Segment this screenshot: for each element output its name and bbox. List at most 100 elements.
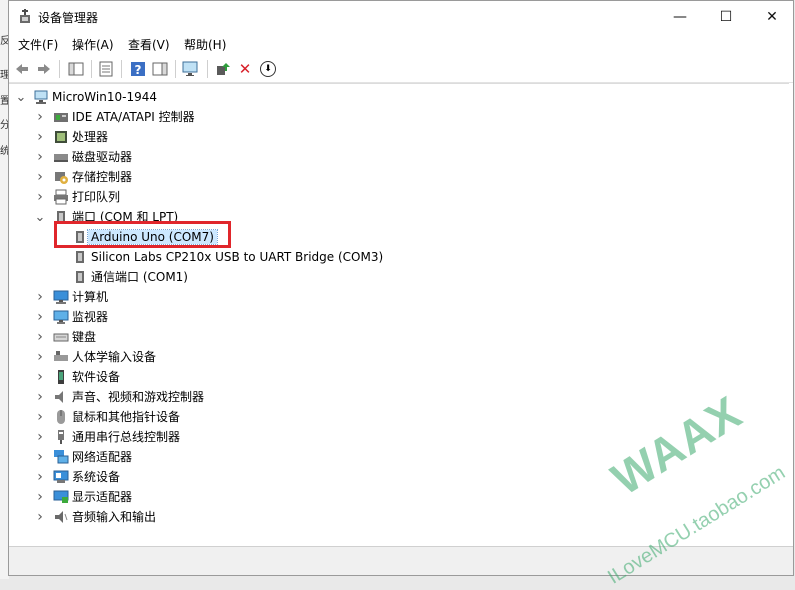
device-tree[interactable]: ⌄ MicroWin10-1944 › IDE ATA/ATAPI 控制器 › 处理器 › 磁… [9, 83, 789, 546]
tree-root[interactable]: ⌄ MicroWin10-1944 [9, 87, 769, 107]
tree-category[interactable]: › 系统设备 [9, 467, 769, 487]
properties-button[interactable] [96, 59, 116, 79]
menu-help[interactable]: 帮助(H) [184, 36, 226, 53]
action-pane-icon [152, 62, 168, 76]
tree-item-label: 处理器 [72, 130, 109, 144]
tree-category[interactable]: › 键盘 [9, 327, 769, 347]
chevron-right-icon[interactable]: › [35, 407, 45, 427]
tree-category[interactable]: › 磁盘驱动器 [9, 147, 769, 167]
tree-category[interactable]: › 通用串行总线控制器 [9, 427, 769, 447]
chevron-right-icon[interactable]: › [35, 327, 45, 347]
toolbar-separator [121, 60, 122, 78]
tree-category[interactable]: › 打印队列 [9, 187, 769, 207]
menu-view[interactable]: 查看(V) [128, 36, 170, 53]
port-icon [53, 209, 69, 225]
update-driver-icon [217, 63, 230, 75]
chevron-right-icon[interactable]: › [35, 127, 45, 147]
tree-item-label: 磁盘驱动器 [72, 150, 133, 164]
chevron-right-icon[interactable]: › [35, 427, 45, 447]
toolbar-separator [59, 60, 60, 78]
ide-controller-icon [53, 109, 69, 125]
tree-device-selected[interactable]: Arduino Uno (COM7) [9, 227, 769, 247]
display-adapter-icon [53, 489, 69, 505]
show-hide-tree-button[interactable] [66, 59, 86, 79]
show-hide-console-tree-icon [68, 62, 84, 76]
disk-drive-icon [53, 149, 69, 165]
chevron-right-icon[interactable]: › [35, 147, 45, 167]
chevron-right-icon[interactable]: › [35, 447, 45, 467]
tree-item-label: 打印队列 [72, 190, 121, 204]
menu-bar: 文件(F) 操作(A) 查看(V) 帮助(H) [9, 32, 793, 54]
chevron-right-icon[interactable]: › [35, 107, 45, 127]
help-button[interactable]: ? [128, 59, 148, 79]
update-driver-button[interactable] [213, 59, 233, 79]
tree-item-label: 存储控制器 [72, 170, 133, 184]
menu-action[interactable]: 操作(A) [72, 36, 114, 53]
tree-category[interactable]: › 存储控制器 [9, 167, 769, 187]
tree-category[interactable]: › 鼠标和其他指针设备 [9, 407, 769, 427]
storage-controller-icon [53, 169, 69, 185]
chevron-right-icon[interactable]: › [35, 287, 45, 307]
chevron-right-icon[interactable]: › [35, 367, 45, 387]
menu-file[interactable]: 文件(F) [18, 36, 58, 53]
tree-item-label: Arduino Uno (COM7) [87, 229, 218, 245]
minimize-icon: — [673, 8, 687, 25]
close-button[interactable]: ✕ [749, 1, 795, 32]
tree-category[interactable]: › 软件设备 [9, 367, 769, 387]
tree-category[interactable]: › 声音、视频和游戏控制器 [9, 387, 769, 407]
chevron-right-icon[interactable]: › [35, 487, 45, 507]
tree-item-label: 网络适配器 [72, 450, 133, 464]
tree-item-label: 端口 (COM 和 LPT) [72, 210, 179, 224]
tree-category[interactable]: › 网络适配器 [9, 447, 769, 467]
tree-item-label: 人体学输入设备 [72, 350, 157, 364]
software-device-icon [53, 369, 69, 385]
tree-device[interactable]: 通信端口 (COM1) [9, 267, 769, 287]
chevron-right-icon[interactable]: › [35, 167, 45, 187]
tree-item-label: 通用串行总线控制器 [72, 430, 181, 444]
chevron-right-icon[interactable]: › [35, 347, 45, 367]
tree-category[interactable]: ⌄ 端口 (COM 和 LPT) [9, 207, 769, 227]
tree-category[interactable]: › 人体学输入设备 [9, 347, 769, 367]
sound-icon [53, 389, 69, 405]
tree-category[interactable]: › 显示适配器 [9, 487, 769, 507]
system-device-icon [53, 469, 69, 485]
tree-item-label: 软件设备 [72, 370, 121, 384]
tree-category[interactable]: › 处理器 [9, 127, 769, 147]
disable-device-button[interactable]: ⬇ [258, 59, 278, 79]
monitor-scan-icon [182, 61, 198, 76]
status-bar [9, 546, 793, 575]
chevron-down-icon[interactable]: ⌄ [16, 87, 27, 107]
tree-device[interactable]: Silicon Labs CP210x USB to UART Bridge (… [9, 247, 769, 267]
device-manager-app-icon [20, 9, 30, 23]
scan-hardware-button[interactable] [181, 59, 201, 79]
chevron-right-icon[interactable]: › [35, 387, 45, 407]
uninstall-device-button[interactable]: ✕ [235, 59, 255, 79]
forward-button[interactable] [34, 59, 54, 79]
help-icon: ? [131, 62, 145, 77]
tree-item-label: 鼠标和其他指针设备 [72, 410, 181, 424]
chevron-right-icon[interactable]: › [35, 307, 45, 327]
audio-io-icon [53, 509, 69, 525]
port-device-icon [72, 229, 88, 245]
tree-item-label: 系统设备 [72, 470, 121, 484]
title-bar[interactable]: 设备管理器 — ☐ ✕ [9, 1, 793, 32]
maximize-button[interactable]: ☐ [703, 1, 749, 32]
mouse-icon [53, 409, 69, 425]
minimize-button[interactable]: — [657, 1, 703, 32]
chevron-down-icon[interactable]: ⌄ [35, 207, 46, 227]
chevron-right-icon[interactable]: › [35, 187, 45, 207]
hid-icon [53, 349, 69, 365]
tree-item-label: Silicon Labs CP210x USB to UART Bridge (… [91, 250, 384, 264]
chevron-right-icon[interactable]: › [35, 507, 45, 527]
tree-category[interactable]: › 音频输入和输出 [9, 507, 769, 527]
svg-text:?: ? [135, 63, 142, 77]
back-button[interactable] [12, 59, 32, 79]
port-device-icon [72, 249, 88, 265]
maximize-icon: ☐ [719, 8, 733, 25]
toolbar: ? ✕ ⬇ [9, 56, 793, 83]
tree-category[interactable]: › IDE ATA/ATAPI 控制器 [9, 107, 769, 127]
tree-category[interactable]: › 监视器 [9, 307, 769, 327]
action-pane-button[interactable] [150, 59, 170, 79]
chevron-right-icon[interactable]: › [35, 467, 45, 487]
tree-category[interactable]: › 计算机 [9, 287, 769, 307]
